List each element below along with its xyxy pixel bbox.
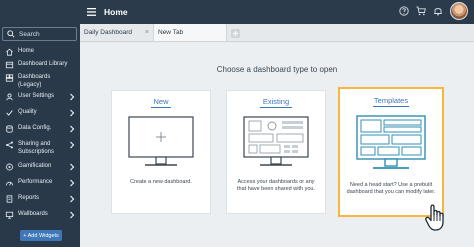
sidebar-item-home[interactable]: Home — [0, 48, 80, 61]
sidebar-item-label: Dashboards (Legacy) — [18, 74, 51, 88]
sidebar-item-user-settings[interactable]: User Settings — [0, 93, 80, 109]
tab-label: New Tab — [158, 29, 184, 36]
sidebar-item-gamification[interactable]: Gamification — [0, 163, 80, 179]
sidebar-item-data-config[interactable]: Data Config. — [0, 125, 80, 141]
tab-label: Daily Dashboard — [84, 29, 133, 36]
dashboard-icon — [5, 74, 14, 82]
sidebar-item-label: User Settings — [18, 93, 55, 99]
sidebar-item-label: Sharing and Subscriptions — [18, 141, 55, 155]
sidebar-item-dashboard-library[interactable]: Dashboard Library — [0, 61, 80, 74]
search-input[interactable]: Search — [2, 27, 77, 41]
header-actions — [399, 2, 468, 20]
chevron-right-icon — [70, 109, 75, 117]
plus-icon — [233, 31, 238, 36]
chevron-right-icon — [70, 141, 75, 149]
database-icon — [6, 125, 13, 133]
sidebar: Search Home Dashboard Library Dashboards… — [0, 0, 80, 247]
add-tab-button[interactable] — [231, 29, 240, 38]
card-title: New — [153, 97, 169, 106]
wallboard-icon — [5, 211, 14, 219]
chevron-right-icon — [70, 163, 75, 171]
hand-cursor-icon — [425, 204, 444, 231]
home-icon — [6, 48, 13, 56]
chevron-right-icon — [70, 179, 75, 187]
sidebar-item-label: Gamification — [18, 163, 52, 169]
title-underline — [151, 107, 171, 108]
chevron-right-icon — [70, 125, 75, 133]
title-underline — [260, 107, 292, 108]
card-new[interactable]: New Create a new dashboard. — [111, 90, 211, 214]
sidebar-item-sharing[interactable]: Sharing and Subscriptions — [0, 141, 80, 163]
sidebar-nav: Home Dashboard Library Dashboards (Legac… — [0, 48, 80, 227]
close-icon[interactable]: × — [145, 29, 149, 36]
sidebar-item-label: Dashboard Library — [18, 61, 68, 67]
title-underline — [373, 106, 409, 107]
menu-icon[interactable] — [87, 8, 96, 16]
help-icon[interactable] — [399, 6, 409, 16]
sidebar-item-performance[interactable]: Performance — [0, 179, 80, 195]
new-monitor-icon — [128, 116, 194, 166]
card-description: Access your dashboards or any that have … — [237, 179, 315, 192]
existing-monitor-icon — [243, 116, 309, 166]
tab-bar: Daily Dashboard × New Tab — [80, 24, 474, 42]
card-templates[interactable]: Templates Need a head start? Use a prebu… — [338, 87, 444, 217]
card-title: Existing — [262, 97, 290, 106]
sidebar-topbar — [0, 0, 80, 22]
bell-icon[interactable] — [433, 6, 443, 16]
templates-monitor-icon — [356, 115, 426, 169]
sidebar-item-dashboards-legacy[interactable]: Dashboards (Legacy) — [0, 74, 80, 93]
app-header: Home — [80, 0, 474, 24]
sidebar-item-label: Home — [18, 48, 35, 54]
add-widgets-button[interactable]: + Add Widgets — [20, 230, 62, 241]
sidebar-item-label: Wallboards — [18, 211, 48, 217]
choose-prompt: Choose a dashboard type to open — [216, 65, 338, 74]
search-icon — [7, 30, 15, 38]
cart-icon[interactable] — [416, 6, 426, 16]
share-icon — [6, 141, 13, 149]
reports-icon — [6, 195, 13, 203]
card-title: Templates — [373, 96, 409, 105]
tab-daily-dashboard[interactable]: Daily Dashboard × — [80, 24, 154, 41]
main-content: Choose a dashboard type to open New Crea… — [80, 43, 474, 247]
page-title: Home — [104, 7, 128, 17]
card-existing[interactable]: Existing Access your dashboards or any t… — [226, 90, 326, 214]
library-icon — [5, 61, 14, 69]
check-icon — [6, 110, 13, 116]
sidebar-item-label: Reports — [18, 195, 40, 201]
sidebar-item-quality[interactable]: Quality — [0, 109, 80, 125]
sidebar-item-label: Quality — [18, 109, 37, 115]
avatar[interactable] — [450, 2, 468, 20]
gamification-icon — [6, 163, 13, 171]
card-description: Create a new dashboard. — [130, 179, 192, 185]
search-placeholder: Search — [19, 30, 40, 38]
user-icon — [6, 93, 13, 101]
performance-icon — [5, 181, 14, 186]
chevron-right-icon — [70, 211, 75, 219]
chevron-right-icon — [70, 195, 75, 203]
sidebar-item-wallboards[interactable]: Wallboards — [0, 211, 80, 227]
sidebar-item-label: Performance — [18, 179, 53, 185]
chevron-right-icon — [70, 93, 75, 101]
card-description: Need a head start? Use a prebuilt dashbo… — [346, 182, 436, 195]
sidebar-item-reports[interactable]: Reports — [0, 195, 80, 211]
sidebar-item-label: Data Config. — [18, 125, 52, 131]
tab-new-tab[interactable]: New Tab — [154, 24, 227, 41]
